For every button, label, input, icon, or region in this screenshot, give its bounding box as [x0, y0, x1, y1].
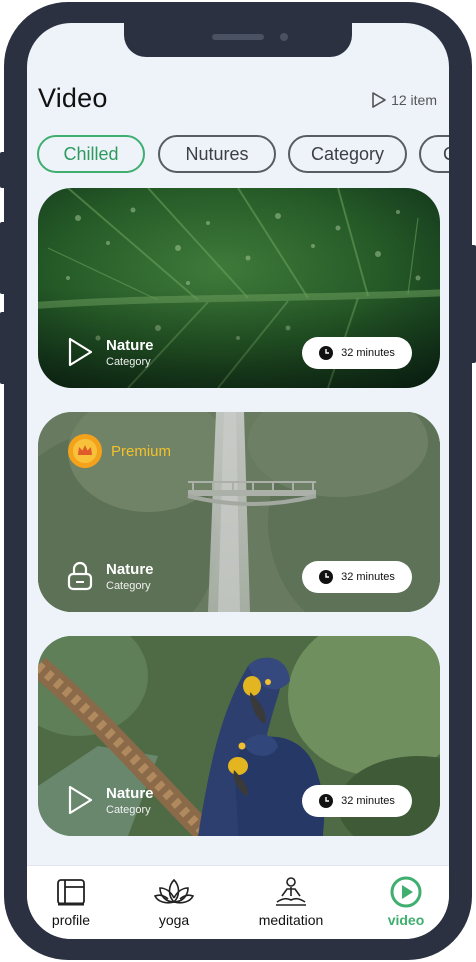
- card-subtitle: Category: [106, 355, 151, 368]
- tab-label: video: [387, 912, 425, 928]
- card-title: Nature: [106, 560, 154, 578]
- chip-label: Category: [310, 143, 385, 164]
- duration-badge: 32 minutes: [302, 337, 412, 369]
- front-camera: [280, 33, 288, 41]
- card-text: Nature Category: [106, 337, 154, 368]
- duration-label: 32 minutes: [341, 795, 395, 807]
- duration-label: 32 minutes: [341, 571, 395, 583]
- tab-yoga[interactable]: yoga: [134, 876, 214, 928]
- bottom-tab-bar: profile yoga meditation video: [27, 865, 449, 939]
- page-title: Video: [38, 83, 108, 113]
- meditation-icon: [276, 877, 306, 906]
- duration-label: 32 minutes: [341, 347, 395, 359]
- chip-label: Chilled: [63, 143, 119, 164]
- card-text: Nature Category: [106, 561, 154, 592]
- play-outline-icon[interactable]: [66, 336, 94, 368]
- play-circle-icon: [390, 876, 422, 908]
- chip-chilled[interactable]: Chilled: [37, 135, 145, 173]
- card-info: Nature Category: [66, 784, 154, 816]
- crown-icon: [68, 434, 102, 468]
- play-outline-icon: [372, 92, 386, 108]
- category-chips: Chilled Nutures Category C: [37, 135, 449, 175]
- card-subtitle: Category: [106, 803, 151, 816]
- power-button: [470, 245, 476, 363]
- profile-icon: [57, 879, 85, 906]
- volume-down-button: [0, 312, 6, 384]
- tab-label: meditation: [258, 912, 324, 928]
- chip-more[interactable]: C: [419, 135, 449, 173]
- card-info: Nature Category: [66, 560, 154, 592]
- play-outline-icon[interactable]: [66, 784, 94, 816]
- video-card-leaf[interactable]: Nature Category 32 minutes: [38, 188, 440, 388]
- duration-badge: 32 minutes: [302, 785, 412, 817]
- item-count: 12 item: [371, 91, 437, 109]
- card-text: Nature Category: [106, 785, 154, 816]
- screen: Video 12 item Chilled Nutures Category C: [27, 23, 449, 939]
- card-title: Nature: [106, 784, 154, 802]
- tab-video[interactable]: video: [366, 876, 446, 928]
- card-info: Nature Category: [66, 336, 154, 368]
- chip-category[interactable]: Category: [288, 135, 407, 173]
- lotus-icon: [154, 878, 194, 904]
- clock-icon: [319, 346, 334, 360]
- tab-label: profile: [51, 912, 91, 928]
- card-subtitle: Category: [106, 579, 151, 592]
- video-card-waterfall[interactable]: Premium Nature Category 32 minutes: [38, 412, 440, 612]
- chip-label: C: [443, 144, 449, 165]
- premium-badge: Premium: [68, 434, 171, 468]
- chip-nutures[interactable]: Nutures: [158, 135, 276, 173]
- tab-label: yoga: [158, 912, 190, 928]
- item-count-label: 12 item: [391, 92, 437, 108]
- premium-label: Premium: [111, 442, 172, 460]
- video-card-parrots[interactable]: Nature Category 32 minutes: [38, 636, 440, 836]
- volume-up-button: [0, 222, 6, 294]
- duration-badge: 32 minutes: [302, 561, 412, 593]
- speaker: [212, 34, 264, 40]
- tab-profile[interactable]: profile: [31, 876, 111, 928]
- clock-icon: [319, 570, 334, 584]
- tab-meditation[interactable]: meditation: [251, 876, 331, 928]
- clock-icon: [319, 794, 334, 808]
- notch: [124, 23, 352, 57]
- chip-label: Nutures: [185, 143, 249, 164]
- card-title: Nature: [106, 336, 154, 354]
- side-button: [0, 152, 6, 188]
- lock-icon: [67, 561, 93, 591]
